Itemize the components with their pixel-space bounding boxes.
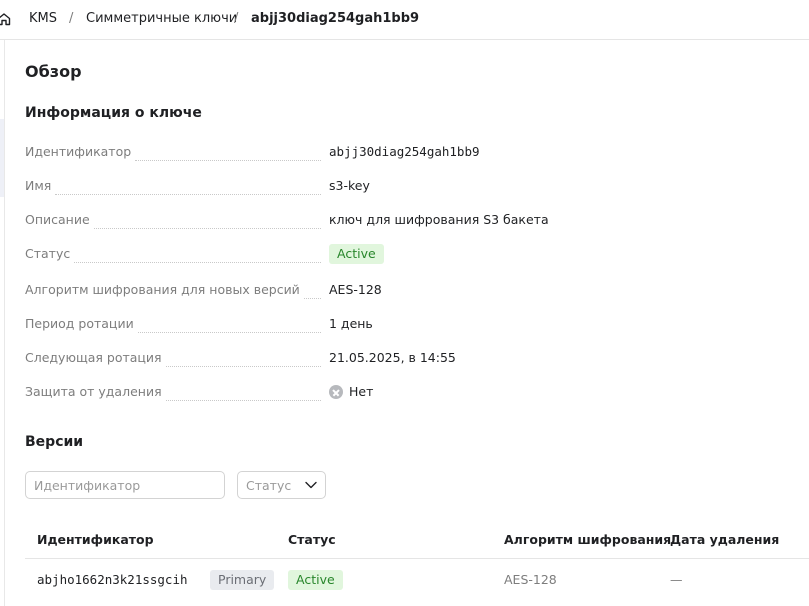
table-row[interactable]: abjho1662n3k21ssgcih Primary Active AES-…: [25, 560, 809, 600]
status-badge: Active: [288, 570, 343, 590]
property-label: Идентификатор: [25, 144, 132, 159]
property-value: ключ для шифрования S3 бакета: [329, 212, 549, 227]
property-label: Статус: [25, 246, 71, 261]
primary-badge: Primary: [210, 570, 275, 590]
column-header-id[interactable]: Идентификатор: [37, 532, 154, 548]
property-rotation-period: Период ротации 1 день: [25, 315, 725, 333]
property-value: 21.05.2025, в 14:55: [329, 350, 456, 365]
column-header-status[interactable]: Статус: [288, 532, 336, 548]
property-label: Защита от удаления: [25, 384, 162, 399]
property-status: Статус Active: [25, 244, 725, 264]
property-value: s3-key: [329, 178, 370, 193]
key-info-heading: Информация о ключе: [25, 105, 202, 121]
status-badge: Active: [329, 244, 384, 264]
property-label: Алгоритм шифрования для новых версий: [25, 282, 300, 297]
version-algorithm: AES-128: [504, 572, 557, 587]
version-deletion-date: —: [670, 572, 683, 587]
page-title: Обзор: [25, 62, 82, 81]
dotted-leader: [55, 182, 321, 195]
status-select-placeholder: Статус: [246, 477, 292, 493]
column-header-algorithm[interactable]: Алгоритм шифрования: [504, 532, 671, 548]
x-circle-icon: [329, 385, 343, 399]
dotted-leader: [165, 354, 321, 367]
breadcrumb-separator: /: [234, 11, 239, 26]
property-description: Описание ключ для шифрования S3 бакета: [25, 211, 725, 229]
breadcrumb-item-current: abjj30diag254gah1bb9: [251, 11, 420, 26]
dotted-leader: [135, 148, 321, 161]
breadcrumb: KMS / Симметричные ключи / abjj30diag254…: [0, 0, 809, 40]
versions-heading: Версии: [25, 434, 84, 450]
property-label: Следующая ротация: [25, 350, 162, 365]
property-value: 1 день: [329, 316, 373, 331]
dotted-leader: [165, 388, 321, 401]
property-deletion-protection: Защита от удаления Нет: [25, 383, 725, 401]
property-value: abjj30diag254gah1bb9: [329, 144, 480, 159]
version-id-filter-input[interactable]: [25, 471, 225, 499]
property-id: Идентификатор abjj30diag254gah1bb9: [25, 143, 725, 161]
property-algorithm: Алгоритм шифрования для новых версий AES…: [25, 281, 725, 299]
property-value: AES-128: [329, 282, 382, 297]
home-icon[interactable]: [0, 11, 12, 27]
property-name: Имя s3-key: [25, 177, 725, 195]
chevron-down-icon: [305, 481, 317, 489]
left-rail-indicator: [0, 119, 4, 197]
breadcrumb-separator: /: [69, 11, 74, 26]
dotted-leader: [74, 250, 321, 263]
versions-table-header: Идентификатор Статус Алгоритм шифрования…: [25, 522, 809, 559]
version-id: abjho1662n3k21ssgcih: [37, 572, 188, 587]
property-next-rotation: Следующая ротация 21.05.2025, в 14:55: [25, 349, 725, 367]
breadcrumb-item-symmetric-keys[interactable]: Симметричные ключи: [86, 11, 237, 27]
status-filter-select[interactable]: Статус: [237, 471, 326, 499]
dotted-leader: [93, 216, 321, 229]
property-label: Имя: [25, 178, 52, 193]
dotted-leader: [303, 286, 321, 299]
dotted-leader: [137, 320, 321, 333]
left-rail: [0, 40, 5, 606]
property-label: Период ротации: [25, 316, 134, 331]
breadcrumb-item-kms[interactable]: KMS: [29, 11, 57, 27]
column-header-deletion-date[interactable]: Дата удаления: [670, 532, 779, 548]
property-label: Описание: [25, 212, 90, 227]
property-value: Нет: [349, 384, 374, 399]
